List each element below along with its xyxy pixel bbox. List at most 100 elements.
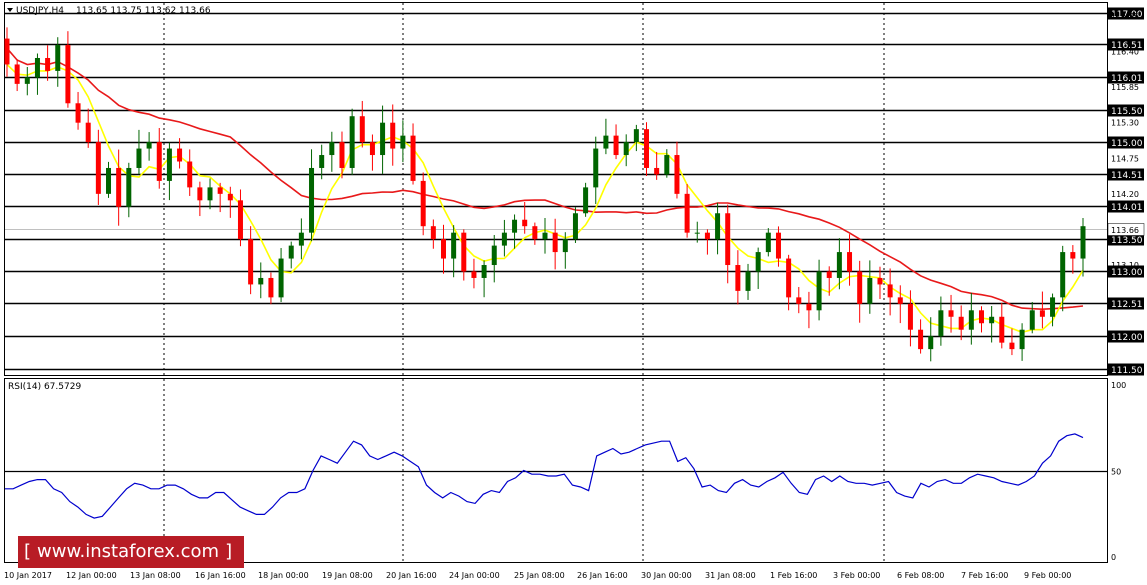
candle-body-36 xyxy=(369,142,375,156)
candle-body-29 xyxy=(298,232,304,246)
candle-body-70 xyxy=(715,213,721,240)
candle-body-45 xyxy=(461,232,467,272)
candle-body-18 xyxy=(187,161,193,188)
candle-body-54 xyxy=(552,232,558,253)
level-label-6: 114.01 xyxy=(1111,203,1143,213)
candle-body-17 xyxy=(177,148,183,162)
x-label-4: 18 Jan 00:00 xyxy=(258,571,309,580)
candle-body-50 xyxy=(512,219,518,233)
candle-body-55 xyxy=(562,239,568,253)
candle-body-76 xyxy=(775,232,781,259)
x-label-14: 6 Feb 08:00 xyxy=(897,571,944,580)
x-label-5: 19 Jan 08:00 xyxy=(322,571,373,580)
ohlc-label: 113.65 113.75 113.62 113.66 xyxy=(76,6,211,16)
candle-body-80 xyxy=(816,271,822,311)
rsi-header-label: RSI(14) 67.5729 xyxy=(8,382,81,392)
candle-body-61 xyxy=(623,142,629,156)
candle-body-56 xyxy=(572,213,578,240)
candle-body-49 xyxy=(501,232,507,246)
price-tick-1: 116.40 xyxy=(1111,48,1139,57)
candle-body-32 xyxy=(329,142,335,156)
candle-body-10 xyxy=(106,167,112,194)
candle-body-52 xyxy=(532,226,538,240)
candle-body-46 xyxy=(471,271,477,278)
candle-body-101 xyxy=(1029,310,1035,330)
chart-area: 117.00116.51116.01115.50115.00114.51114.… xyxy=(4,2,1145,580)
x-label-7: 24 Jan 00:00 xyxy=(449,571,500,580)
candle-body-42 xyxy=(430,226,436,240)
candle-body-40 xyxy=(410,135,416,181)
candle-body-5 xyxy=(55,45,61,71)
candle-body-62 xyxy=(633,129,639,143)
level-label-7: 113.50 xyxy=(1111,236,1143,246)
x-label-2: 13 Jan 08:00 xyxy=(130,571,181,580)
candle-body-34 xyxy=(349,116,355,168)
x-label-10: 30 Jan 00:00 xyxy=(641,571,692,580)
x-label-11: 31 Jan 08:00 xyxy=(705,571,756,580)
candle-body-66 xyxy=(674,155,680,194)
candle-body-74 xyxy=(755,252,761,272)
candle-body-44 xyxy=(451,232,457,259)
x-label-12: 1 Feb 16:00 xyxy=(770,571,817,580)
candle-body-48 xyxy=(491,245,497,266)
candle-body-57 xyxy=(583,187,589,214)
x-label-8: 25 Jan 08:00 xyxy=(514,571,565,580)
x-label-9: 26 Jan 16:00 xyxy=(577,571,628,580)
candle-body-106 xyxy=(1080,226,1086,259)
price-tick-3: 115.30 xyxy=(1111,119,1139,128)
rsi-tick-2: 0 xyxy=(1111,553,1116,562)
candle-body-86 xyxy=(877,277,883,285)
candle-body-59 xyxy=(603,135,609,149)
symbol-label: USDJPY,H4 xyxy=(16,6,64,16)
x-label-1: 12 Jan 00:00 xyxy=(66,571,117,580)
x-label-3: 16 Jan 16:00 xyxy=(195,571,246,580)
candle-body-58 xyxy=(593,148,599,188)
candle-body-79 xyxy=(806,303,812,311)
rsi-panel-frame xyxy=(4,378,1108,563)
x-label-15: 7 Feb 16:00 xyxy=(961,571,1008,580)
ma-fast-line xyxy=(6,63,1084,334)
candle-body-35 xyxy=(359,116,365,143)
candle-body-88 xyxy=(897,297,903,304)
candle-body-90 xyxy=(918,329,924,350)
x-label-0: 10 Jan 2017 xyxy=(4,571,52,580)
logo-bracket-right: ] xyxy=(225,541,233,562)
candle-body-96 xyxy=(978,310,984,324)
chart-menu-triangle-icon[interactable] xyxy=(7,8,13,12)
candle-body-22 xyxy=(227,193,233,201)
candle-body-11 xyxy=(116,167,122,207)
candle-body-8 xyxy=(85,122,91,143)
price-tick-2: 115.85 xyxy=(1111,83,1139,92)
candle-body-75 xyxy=(765,232,771,253)
moving-averages xyxy=(6,47,1084,334)
candle-body-9 xyxy=(95,142,101,194)
candle-body-39 xyxy=(400,135,406,149)
candle-body-92 xyxy=(938,310,944,337)
candle-body-19 xyxy=(197,187,203,201)
candle-body-31 xyxy=(319,155,325,168)
candle-body-103 xyxy=(1050,297,1056,317)
candle-body-97 xyxy=(989,316,995,324)
candle-body-6 xyxy=(65,45,71,104)
candle-body-67 xyxy=(684,193,690,233)
rsi-tick-0: 100 xyxy=(1111,381,1126,390)
level-label-11: 111.50 xyxy=(1111,366,1143,376)
candle-body-64 xyxy=(654,167,660,175)
candle-body-2 xyxy=(24,77,30,84)
candle-body-16 xyxy=(166,148,172,181)
candle-body-100 xyxy=(1019,329,1025,350)
rsi-indicator xyxy=(5,433,1107,519)
level-label-9: 112.51 xyxy=(1111,300,1143,310)
candle-body-53 xyxy=(542,232,548,240)
candle-body-7 xyxy=(75,103,81,123)
candle-body-104 xyxy=(1060,252,1066,298)
candle-body-24 xyxy=(248,239,254,285)
candle-body-84 xyxy=(857,271,863,304)
candle-body-69 xyxy=(704,232,710,240)
x-label-13: 3 Feb 00:00 xyxy=(833,571,880,580)
candle-body-82 xyxy=(836,252,842,278)
candle-body-33 xyxy=(339,142,345,168)
candle-body-12 xyxy=(126,167,132,207)
candle-body-81 xyxy=(826,271,832,278)
candle-body-91 xyxy=(928,336,934,350)
